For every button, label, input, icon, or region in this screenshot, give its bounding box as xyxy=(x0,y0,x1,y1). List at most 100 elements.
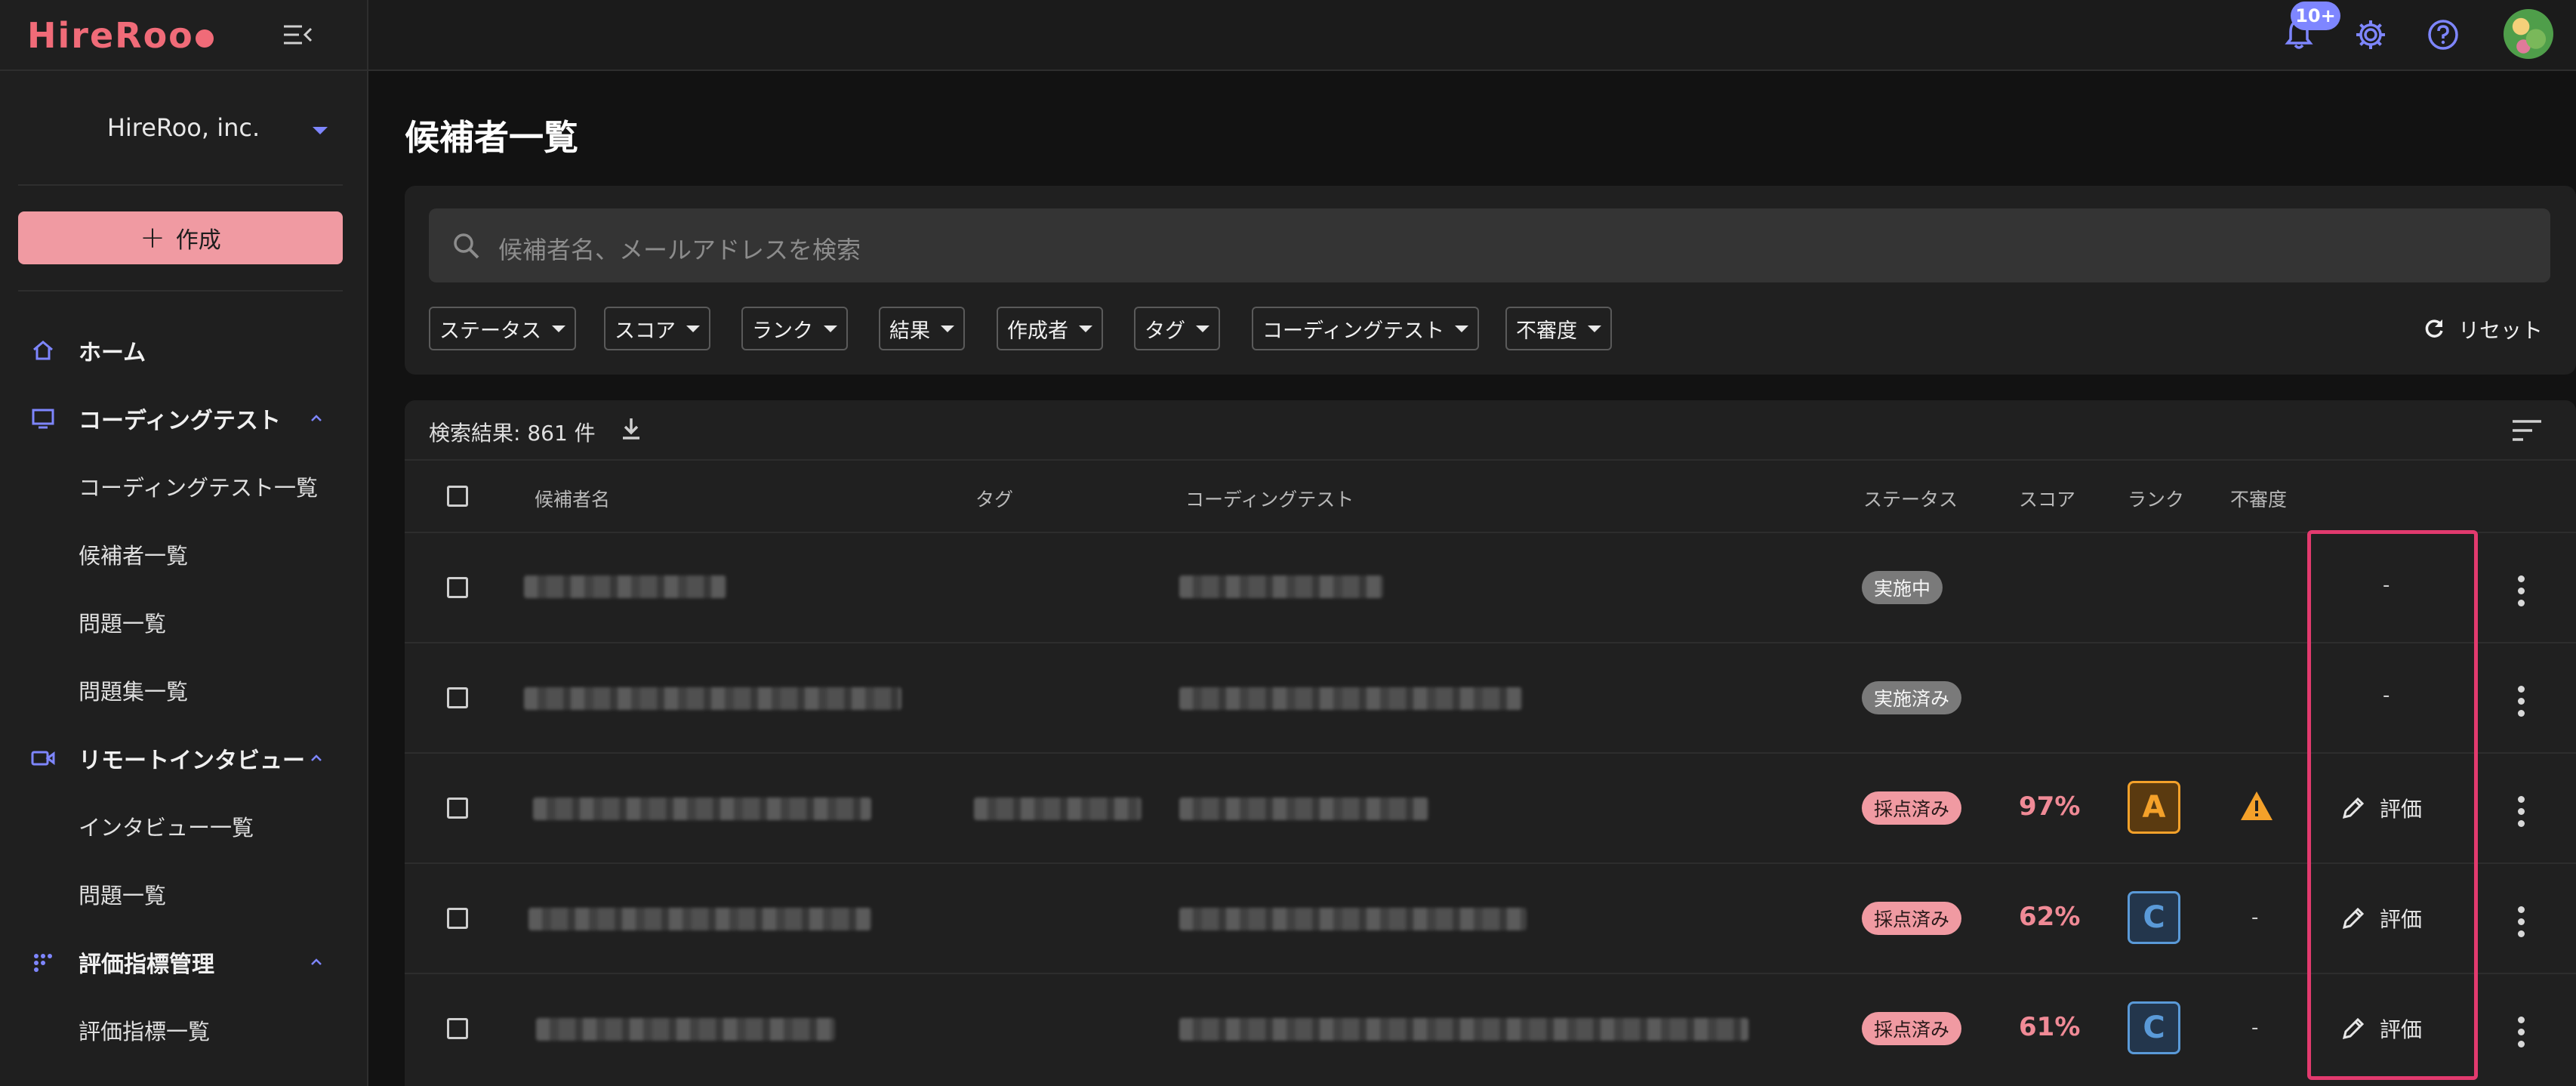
sidebar-item-interview-question-list[interactable]: 問題一覧 xyxy=(0,864,367,924)
result-count: 検索結果: 861 件 xyxy=(429,421,596,446)
more-options-icon[interactable] xyxy=(2517,906,2525,937)
download-icon[interactable] xyxy=(618,415,645,443)
sidebar-item-coding-test-list[interactable]: コーディングテスト一覧 xyxy=(0,456,367,517)
more-options-icon[interactable] xyxy=(2517,575,2525,606)
filter-suspicion[interactable]: 不審度 xyxy=(1505,307,1612,350)
filter-coding-test[interactable]: コーディングテスト xyxy=(1252,307,1480,350)
filter-tag[interactable]: タグ xyxy=(1134,307,1220,350)
sidebar-item-evaluation-metrics-list[interactable]: 評価指標一覧 xyxy=(0,1000,367,1060)
sidebar-item-question-list[interactable]: 問題一覧 xyxy=(0,592,367,653)
column-header-score[interactable]: スコア xyxy=(2019,485,2075,512)
filter-label: ランク xyxy=(752,319,813,343)
sidebar-item-label: 評価指標一覧 xyxy=(79,1019,211,1044)
column-header-rank[interactable]: ランク xyxy=(2128,485,2184,512)
video-icon xyxy=(31,751,55,766)
create-button[interactable]: + 作成 xyxy=(18,211,343,264)
divider xyxy=(0,69,367,71)
row-checkbox[interactable] xyxy=(447,798,468,819)
dropdown-caret-icon xyxy=(1079,325,1092,332)
status-badge: 採点済み xyxy=(1862,1012,1962,1045)
column-header-name[interactable]: 候補者名 xyxy=(535,485,610,512)
dropdown-caret-icon xyxy=(824,325,837,332)
select-all-checkbox[interactable] xyxy=(447,486,468,507)
page-title: 候補者一覧 xyxy=(405,117,578,158)
filter-result[interactable]: 結果 xyxy=(879,307,965,350)
chevron-up-icon[interactable] xyxy=(308,410,325,427)
row-checkbox[interactable] xyxy=(447,908,468,929)
more-options-icon[interactable] xyxy=(2517,1017,2525,1047)
sidebar-item-label: コーディングテスト xyxy=(79,408,281,434)
candidate-name-redacted xyxy=(536,1018,835,1041)
coding-test-redacted xyxy=(1179,908,1527,930)
dropdown-caret-icon xyxy=(552,325,565,332)
chevron-up-icon[interactable] xyxy=(308,954,325,970)
candidate-name-redacted xyxy=(528,908,871,930)
sidebar-item-label: インタビュー一覧 xyxy=(79,815,254,841)
status-badge: 実施中 xyxy=(1862,571,1943,604)
coding-test-redacted xyxy=(1179,798,1428,820)
sidebar-item-label: 問題集一覧 xyxy=(79,679,189,705)
dropdown-caret-icon xyxy=(686,325,700,332)
table-row[interactable] xyxy=(405,533,2576,642)
sidebar-item-question-set-list[interactable]: 問題集一覧 xyxy=(0,660,367,720)
row-checkbox[interactable] xyxy=(447,1018,468,1039)
avatar[interactable] xyxy=(2504,9,2553,59)
dropdown-caret-icon xyxy=(1588,325,1601,332)
plus-icon: + xyxy=(140,221,165,255)
filter-label: コーディングテスト xyxy=(1262,319,1445,343)
column-header-tag[interactable]: タグ xyxy=(975,485,1013,512)
filter-rank[interactable]: ランク xyxy=(741,307,848,350)
gear-icon[interactable] xyxy=(2354,18,2387,51)
dropdown-caret-icon xyxy=(1196,325,1209,332)
column-header-coding-test[interactable]: コーディングテスト xyxy=(1185,485,1354,512)
filter-label: 結果 xyxy=(889,319,930,343)
reset-label: リセット xyxy=(2458,318,2544,343)
column-header-suspicion[interactable]: 不審度 xyxy=(2230,485,2287,512)
annotation-highlight-box xyxy=(2307,530,2478,1080)
sidebar-item-evaluation-metrics[interactable]: 評価指標管理 xyxy=(0,932,367,992)
logo-mark-icon xyxy=(195,29,214,48)
sidebar-item-label: 候補者一覧 xyxy=(79,543,189,569)
filter-score[interactable]: スコア xyxy=(604,307,710,350)
notification-badge[interactable]: 10+ xyxy=(2291,2,2340,30)
score-value: 61% xyxy=(2019,1012,2081,1042)
suspicion-value: - xyxy=(2251,906,2259,929)
warning-icon[interactable] xyxy=(2239,790,2274,822)
reset-button[interactable]: リセット xyxy=(2422,314,2543,344)
org-dropdown-caret-icon[interactable] xyxy=(313,127,328,134)
sidebar-item-remote-interview[interactable]: リモートインタビュー xyxy=(0,728,367,788)
topbar xyxy=(368,0,2576,71)
home-icon xyxy=(33,341,53,360)
create-button-label: 作成 xyxy=(175,227,221,254)
more-options-icon[interactable] xyxy=(2517,796,2525,827)
filter-creator[interactable]: 作成者 xyxy=(997,307,1103,350)
collapse-sidebar-icon[interactable] xyxy=(281,20,316,50)
grid-icon xyxy=(34,954,52,972)
sidebar-item-home[interactable]: ホーム xyxy=(0,320,367,381)
column-header-status[interactable]: ステータス xyxy=(1863,485,1958,512)
sidebar-item-interview-list[interactable]: インタビュー一覧 xyxy=(0,796,367,856)
sort-icon[interactable] xyxy=(2510,417,2544,444)
app-logo[interactable]: HireRoo xyxy=(27,15,214,56)
chevron-up-icon[interactable] xyxy=(308,750,325,767)
coding-test-redacted xyxy=(1179,575,1383,598)
sidebar-item-label: 問題一覧 xyxy=(79,883,167,909)
sidebar-item-coding-test[interactable]: コーディングテスト xyxy=(0,388,367,449)
search-placeholder: 候補者名、メールアドレスを検索 xyxy=(498,236,861,264)
filter-label: ステータス xyxy=(439,319,541,343)
divider xyxy=(405,459,2576,461)
score-value: 62% xyxy=(2019,902,2081,932)
filter-status[interactable]: ステータス xyxy=(429,307,576,350)
candidate-name-redacted xyxy=(524,575,726,598)
sidebar-item-label: コーディングテスト一覧 xyxy=(79,475,318,501)
refresh-icon xyxy=(2425,319,2443,338)
coding-test-redacted xyxy=(1179,1018,1749,1041)
divider xyxy=(18,290,343,292)
divider xyxy=(18,184,343,186)
row-checkbox[interactable] xyxy=(447,577,468,598)
filter-label: スコア xyxy=(615,319,676,343)
more-options-icon[interactable] xyxy=(2517,686,2525,717)
help-icon[interactable] xyxy=(2427,18,2460,51)
row-checkbox[interactable] xyxy=(447,687,468,708)
sidebar-item-candidate-list[interactable]: 候補者一覧 xyxy=(0,524,367,585)
